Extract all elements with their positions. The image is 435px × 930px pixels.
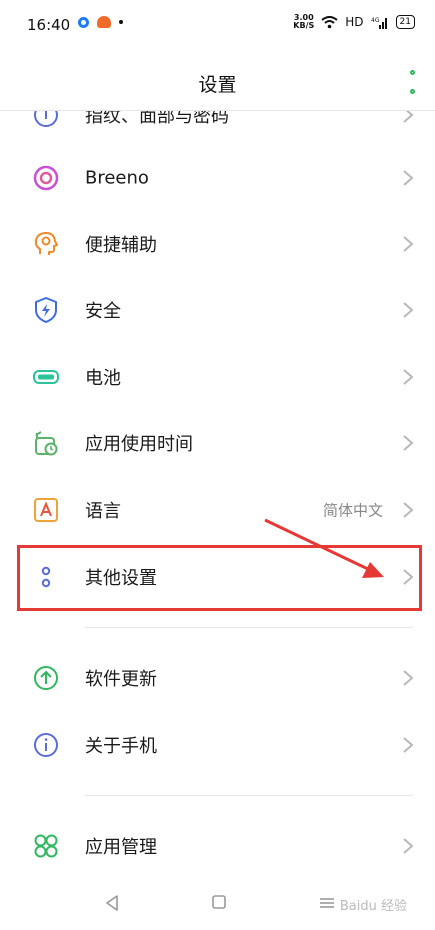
more-options-button[interactable] — [407, 70, 417, 94]
chevron-right-icon — [403, 435, 414, 451]
signal-icon: 4G — [371, 17, 387, 29]
list-item-label: 指纹、面部与密码 — [85, 106, 229, 127]
shield-icon — [35, 297, 57, 323]
language-icon — [34, 498, 58, 522]
wifi-icon — [321, 15, 338, 28]
accessibility-icon — [34, 232, 58, 255]
chevron-right-icon — [403, 502, 414, 518]
list-item-language[interactable]: 语言 简体中文 — [0, 477, 435, 543]
list-item-label: 软件更新 — [85, 669, 157, 690]
recent-apps-icon[interactable] — [318, 894, 336, 912]
more-dot-icon — [409, 89, 415, 94]
home-icon[interactable] — [211, 894, 227, 910]
app-notification-icon-2 — [97, 16, 111, 28]
list-item-app-management[interactable]: 应用管理 — [0, 813, 435, 879]
list-item-label: 安全 — [85, 301, 121, 322]
list-item-label: 电池 — [85, 368, 121, 389]
net-speed: 3.00 KB/S — [293, 13, 315, 30]
back-icon[interactable] — [103, 894, 121, 912]
status-time: 16:40 — [27, 16, 71, 34]
app-usage-clock-icon — [35, 431, 58, 456]
list-item-label: 便捷辅助 — [85, 235, 157, 256]
list-item-label: 应用管理 — [85, 837, 157, 858]
list-item-label: 关于手机 — [85, 736, 157, 757]
list-item-software-update[interactable]: 软件更新 — [0, 645, 435, 711]
chevron-right-icon — [403, 670, 414, 686]
list-item-label: 应用使用时间 — [85, 434, 193, 455]
app-notification-icon — [78, 16, 89, 28]
list-item-label: 语言 — [85, 501, 121, 522]
battery-indicator: 21 — [395, 15, 415, 29]
info-icon — [34, 733, 58, 757]
system-nav-bar: Baidu 经验 — [0, 880, 435, 930]
chevron-right-icon — [403, 236, 414, 252]
watermark: Baidu 经验 — [339, 899, 407, 914]
list-item-accessibility[interactable]: 便捷辅助 — [0, 211, 435, 277]
breeno-icon — [33, 165, 59, 191]
chevron-right-icon — [403, 111, 414, 123]
chevron-right-icon — [403, 170, 414, 186]
language-value: 简体中文 — [322, 501, 383, 520]
annotation-highlight-box — [17, 545, 422, 611]
section-divider — [85, 627, 413, 628]
status-bar: 16:40 3.00 KB/S HD 4G 21 — [0, 0, 435, 50]
list-item-battery[interactable]: 电池 — [0, 344, 435, 410]
more-dot-icon — [409, 70, 415, 75]
fingerprint-icon — [34, 111, 58, 127]
more-notifications-icon — [119, 20, 123, 24]
update-arrow-icon — [34, 666, 58, 690]
status-right: 3.00 KB/S HD 4G 21 — [293, 14, 415, 30]
battery-icon — [33, 370, 59, 384]
chevron-right-icon — [403, 302, 414, 318]
chevron-right-icon — [403, 737, 414, 753]
app-management-icon — [34, 834, 58, 858]
list-item-about-phone[interactable]: 关于手机 — [0, 712, 435, 778]
section-divider — [85, 795, 413, 796]
list-item-breeno[interactable]: Breeno — [0, 145, 435, 211]
list-item-app-usage-time[interactable]: 应用使用时间 — [0, 410, 435, 476]
notification-icons — [78, 16, 123, 28]
hd-indicator: HD — [345, 15, 364, 29]
list-item-label: Breeno — [85, 167, 149, 189]
app-header: 设置 — [0, 60, 435, 104]
list-item-security[interactable]: 安全 — [0, 277, 435, 343]
page-title: 设置 — [198, 74, 237, 96]
chevron-right-icon — [403, 838, 414, 854]
header-divider — [0, 110, 435, 111]
signal-label: 4G — [371, 17, 380, 24]
chevron-right-icon — [403, 369, 414, 385]
